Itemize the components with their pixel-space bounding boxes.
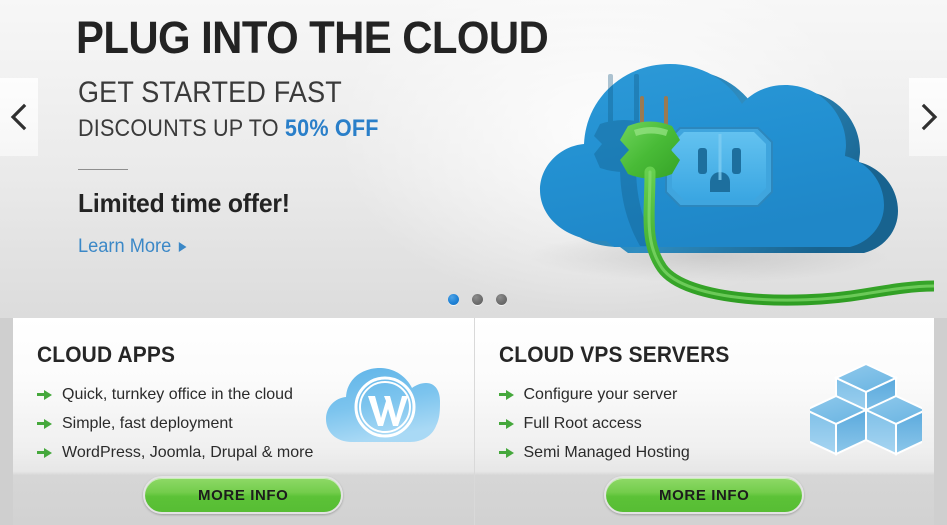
feature-label: Configure your server (523, 386, 678, 403)
carousel-next-button[interactable] (909, 78, 947, 156)
hero-offer-text: Limited time offer! (78, 188, 290, 218)
chevron-right-icon (921, 103, 938, 131)
feature-label: WordPress, Joomla, Drupal & more (62, 444, 314, 461)
feature-label: Simple, fast deployment (62, 415, 233, 432)
learn-more-link[interactable]: Learn More (78, 236, 187, 258)
carousel-dots (448, 294, 507, 305)
arrow-right-icon (37, 418, 52, 430)
arrow-right-icon (498, 447, 514, 459)
feature-label: Full Root access (523, 415, 642, 432)
more-info-wrap-cloud-apps: MORE INFO (13, 476, 474, 514)
promo-page: PLUG INTO THE CLOUD GET STARTED FAST DIS… (0, 0, 947, 525)
hero-discount-value: 50% OFF (284, 115, 379, 142)
panel-cloud-apps: CLOUD APPS Quick, turnkey office in the … (13, 318, 474, 525)
chevron-left-icon (10, 103, 27, 131)
hero-carousel: PLUG INTO THE CLOUD GET STARTED FAST DIS… (0, 0, 947, 318)
learn-more-label: Learn More (78, 236, 172, 257)
carousel-prev-button[interactable] (0, 78, 38, 156)
carousel-dot-3[interactable] (496, 294, 507, 305)
carousel-dot-1[interactable] (448, 294, 459, 305)
arrow-right-icon (498, 418, 514, 430)
triangle-right-icon (178, 242, 187, 252)
hero-subtitle: GET STARTED FAST (78, 76, 342, 109)
hero-discount-line: DISCOUNTS UP TO 50% OFF (78, 114, 544, 144)
hero-title: PLUG INTO THE CLOUD (76, 12, 549, 63)
arrow-right-icon (498, 389, 514, 401)
more-info-button-cloud-apps[interactable]: MORE INFO (143, 476, 344, 514)
more-info-wrap-cloud-vps-servers: MORE INFO (475, 476, 935, 514)
hero-divider (78, 169, 128, 170)
feature-label: Semi Managed Hosting (523, 444, 690, 461)
hero-text-block: PLUG INTO THE CLOUD GET STARTED FAST DIS… (76, 10, 596, 258)
arrow-right-icon (37, 389, 52, 401)
panel-title-cloud-apps: CLOUD APPS (37, 342, 176, 367)
more-info-button-cloud-vps-servers[interactable]: MORE INFO (604, 476, 805, 514)
hero-discount-prefix: DISCOUNTS UP TO (78, 115, 279, 142)
wordpress-cloud-icon (324, 366, 440, 455)
carousel-dot-2[interactable] (472, 294, 483, 305)
stacked-cubes-icon (803, 362, 929, 461)
panel-cloud-vps-servers: CLOUD VPS SERVERS Configure your server … (473, 318, 935, 525)
feature-label: Quick, turnkey office in the cloud (62, 386, 293, 403)
promo-panels: CLOUD APPS Quick, turnkey office in the … (0, 318, 947, 525)
arrow-right-icon (37, 447, 52, 459)
